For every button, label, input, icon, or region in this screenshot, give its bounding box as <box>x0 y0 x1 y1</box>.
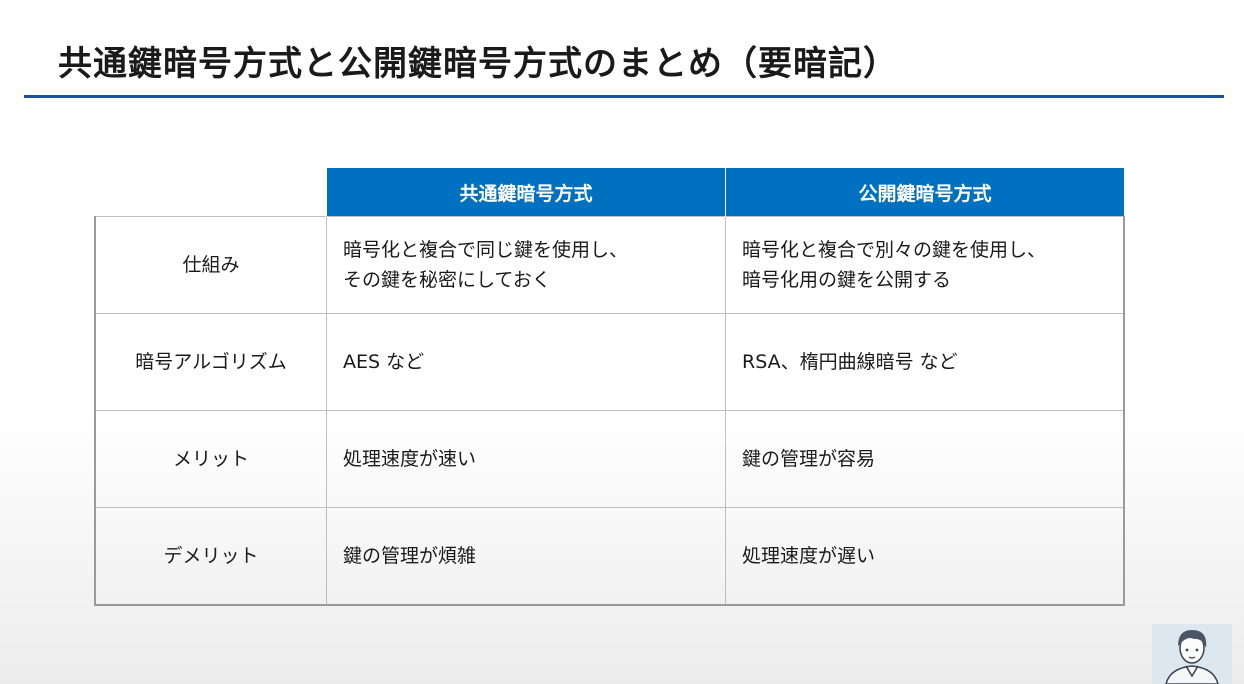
row-label: 仕組み <box>94 216 327 314</box>
common-key-cell: 鍵の管理が煩雑 <box>326 507 726 606</box>
column-header-common-key: 共通鍵暗号方式 <box>326 168 726 217</box>
cell-text-line: 暗号化用の鍵を公開する <box>742 269 952 291</box>
table-row: 仕組み 暗号化と複合で同じ鍵を使用し、 その鍵を秘密にしておく 暗号化と複合で別… <box>94 216 1125 314</box>
cell-text-line: 鍵の管理が煩雑 <box>343 545 477 567</box>
title-divider <box>24 95 1224 98</box>
table-corner-cell <box>95 168 327 217</box>
page-title: 共通鍵暗号方式と公開鍵暗号方式のまとめ（要暗記） <box>58 44 898 84</box>
row-label: 暗号アルゴリズム <box>94 313 327 411</box>
table-row: メリット 処理速度が速い 鍵の管理が容易 <box>94 410 1125 508</box>
comparison-table: 共通鍵暗号方式 公開鍵暗号方式 仕組み 暗号化と複合で同じ鍵を使用し、 その鍵を… <box>94 168 1125 606</box>
cell-text-line: その鍵を秘密にしておく <box>343 269 551 291</box>
cell-text-line: 処理速度が速い <box>343 448 477 470</box>
table-row: デメリット 鍵の管理が煩雑 処理速度が遅い <box>94 507 1125 606</box>
cell-text-line: 暗号化と複合で同じ鍵を使用し、 <box>343 239 629 261</box>
common-key-cell: AES など <box>326 313 726 411</box>
public-key-cell: 処理速度が遅い <box>725 507 1125 606</box>
table-row: 暗号アルゴリズム AES など RSA、楕円曲線暗号 など <box>94 313 1125 411</box>
presenter-avatar-drawing <box>1152 624 1232 684</box>
common-key-cell: 暗号化と複合で同じ鍵を使用し、 その鍵を秘密にしておく <box>326 216 726 314</box>
cell-text-line: 暗号化と複合で別々の鍵を使用し、 <box>742 239 1047 261</box>
public-key-cell: 暗号化と複合で別々の鍵を使用し、 暗号化用の鍵を公開する <box>725 216 1125 314</box>
column-header-public-key: 公開鍵暗号方式 <box>725 168 1124 217</box>
row-label: メリット <box>94 410 327 508</box>
cell-text-line: AES など <box>343 351 425 373</box>
presenter-avatar-icon <box>1152 624 1232 684</box>
cell-text-line: RSA、楕円曲線暗号 など <box>742 351 958 373</box>
cell-text-line: 鍵の管理が容易 <box>742 448 876 470</box>
table-header-row: 共通鍵暗号方式 公開鍵暗号方式 <box>95 168 1124 217</box>
public-key-cell: RSA、楕円曲線暗号 など <box>725 313 1125 411</box>
common-key-cell: 処理速度が速い <box>326 410 726 508</box>
public-key-cell: 鍵の管理が容易 <box>725 410 1125 508</box>
row-label: デメリット <box>94 507 327 606</box>
cell-text-line: 処理速度が遅い <box>742 545 876 567</box>
